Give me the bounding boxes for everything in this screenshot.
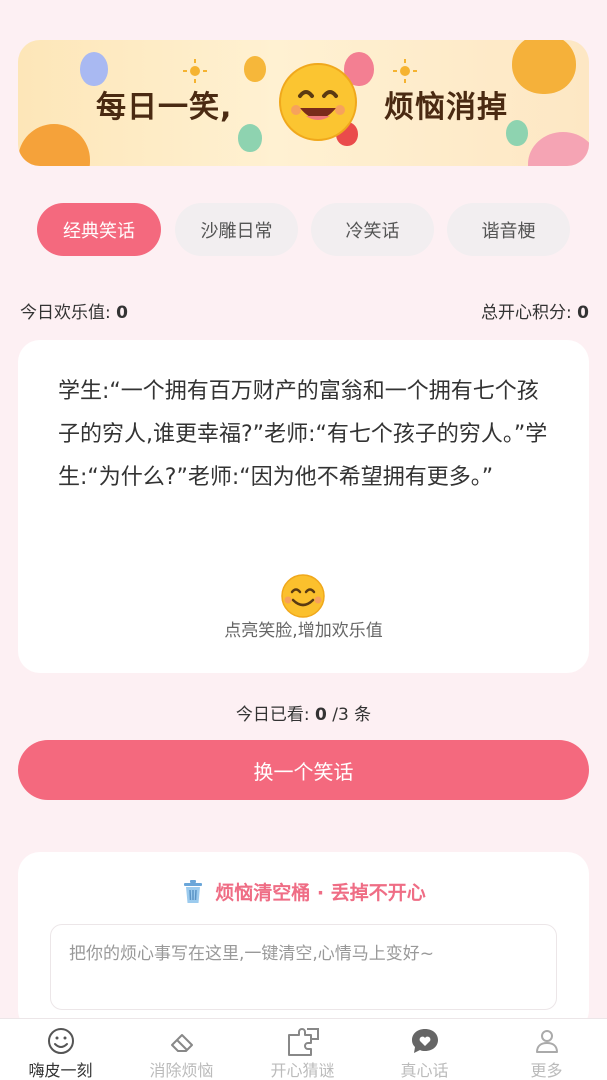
watched-suffix: /3 条 (332, 705, 372, 725)
nav-label: 更多 (530, 1061, 563, 1080)
tab-cold-jokes[interactable]: 冷笑话 (311, 203, 434, 256)
trash-title-text: 烦恼清空桶 · 丢掉不开心 (215, 882, 426, 904)
joke-card: 学生:“一个拥有百万财产的富翁和一个拥有七个孩子的穷人,谁更幸福?”老师:“有七… (18, 340, 589, 673)
eraser-icon (170, 1034, 193, 1052)
total-points-stat: 总开心积分: 0 (481, 298, 589, 323)
balloon-decoration (244, 56, 266, 82)
nav-label: 开心猜谜 (270, 1061, 335, 1080)
today-joy-label: 今日欢乐值: (20, 303, 111, 323)
stats-row: 今日欢乐值: 0 总开心积分: 0 (20, 298, 589, 324)
today-joy-stat: 今日欢乐值: 0 (20, 298, 128, 323)
nav-label: 真心话 (400, 1061, 449, 1080)
joke-text: 学生:“一个拥有百万财产的富翁和一个拥有七个孩子的穷人,谁更幸福?”老师:“有七… (58, 379, 548, 490)
bottom-nav: 嗨皮一刻 消除烦恼 开心猜谜 真心话 更多 (0, 1018, 607, 1080)
smile-like-icon[interactable] (274, 572, 332, 620)
nav-item-truth[interactable]: 真心话 (364, 1019, 485, 1080)
balloon-decoration (506, 120, 528, 146)
trash-icon (184, 879, 203, 903)
worry-input[interactable]: 把你的烦心事写在这里,一键清空,心情马上变好~ (50, 924, 557, 1010)
balloon-decoration (528, 132, 589, 166)
balloon-decoration (18, 124, 90, 166)
balloon-decoration (80, 52, 108, 86)
sun-icon (183, 59, 207, 83)
watched-prefix: 今日已看: (235, 705, 310, 725)
nav-item-more[interactable]: 更多 (486, 1019, 607, 1080)
category-tabs: 经典笑话 沙雕日常 冷笑话 谐音梗 (37, 203, 570, 256)
watched-count: 0 (314, 705, 327, 725)
user-icon (535, 1030, 558, 1053)
nav-item-riddles[interactable]: 开心猜谜 (242, 1019, 363, 1080)
balloon-decoration (238, 124, 262, 152)
smiley-icon (47, 1028, 74, 1054)
big-smiley-icon (279, 63, 357, 141)
next-joke-button[interactable]: 换一个笑话 (18, 740, 589, 800)
watched-counter: 今日已看: 0 /3 条 (0, 700, 607, 725)
nav-item-remove-worries[interactable]: 消除烦恼 (121, 1019, 242, 1080)
smile-hint: 点亮笑脸,增加欢乐值 (224, 621, 383, 641)
nav-label: 消除烦恼 (149, 1061, 214, 1080)
total-points-label: 总开心积分: (481, 303, 572, 323)
nav-item-fun-moment[interactable]: 嗨皮一刻 (0, 1019, 121, 1080)
puzzle-icon (287, 1028, 319, 1056)
worry-trash-card: 烦恼清空桶 · 丢掉不开心 把你的烦心事写在这里,一键清空,心情马上变好~ (18, 852, 589, 1032)
total-points-value: 0 (577, 303, 589, 323)
heart-chat-icon (411, 1029, 438, 1053)
tab-classic-jokes[interactable]: 经典笑话 (37, 203, 161, 256)
trash-title: 烦恼清空桶 · 丢掉不开心 (18, 878, 589, 905)
today-joy-value: 0 (116, 303, 128, 323)
tab-silly-daily[interactable]: 沙雕日常 (175, 203, 298, 256)
banner-title-left: 每日一笑, (96, 90, 233, 125)
tab-pun-jokes[interactable]: 谐音梗 (447, 203, 570, 256)
sun-icon (393, 59, 417, 83)
banner-title-right: 烦恼消掉 (384, 90, 508, 125)
balloon-decoration (512, 40, 576, 94)
nav-label: 嗨皮一刻 (28, 1061, 93, 1080)
banner: 每日一笑, 烦恼消掉 (18, 40, 589, 166)
